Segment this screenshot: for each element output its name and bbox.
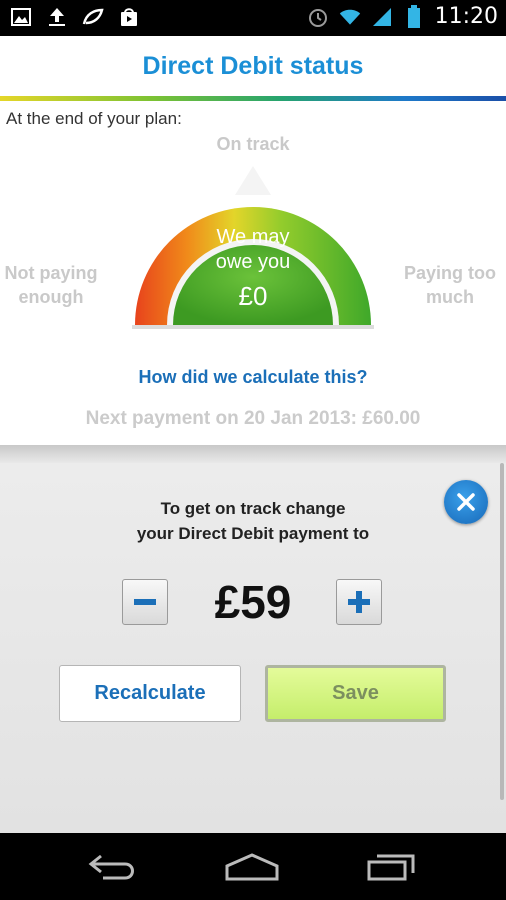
page-title: Direct Debit status [142, 51, 364, 80]
navigation-bar [0, 833, 506, 900]
gauge-label-paying-too-much-line1: Paying too [403, 263, 496, 283]
status-time: 11:20 [434, 4, 498, 29]
store-icon [118, 6, 140, 28]
recent-apps-button[interactable] [362, 847, 422, 887]
leaf-icon [82, 6, 104, 28]
gauge-label-not-paying-line1: Not paying [4, 263, 98, 283]
adjust-prompt-line2: your Direct Debit payment to [136, 524, 370, 543]
gauge-label-paying-too-much-line2: much [425, 287, 474, 307]
gauge-label-on-track: On track [216, 134, 290, 154]
save-button[interactable]: Save [265, 665, 446, 722]
next-payment-text: Next payment on 20 Jan 2013: £60.00 [85, 408, 421, 429]
back-icon [88, 854, 134, 880]
minus-icon [134, 599, 156, 605]
home-button[interactable] [222, 847, 282, 887]
gauge-label-not-paying-line2: enough [18, 287, 84, 307]
back-button[interactable] [82, 847, 142, 887]
gauge-label-paying-too-much: Paying too much [398, 261, 502, 309]
home-icon [225, 853, 279, 881]
close-button[interactable] [444, 480, 488, 524]
recalculate-button[interactable]: Recalculate [59, 665, 241, 722]
card-divider [0, 445, 506, 463]
increase-amount-button[interactable] [336, 579, 382, 625]
adjust-prompt: To get on track change your Direct Debit… [0, 496, 506, 546]
adjust-prompt-line1: To get on track change [160, 499, 346, 518]
close-icon [457, 493, 475, 511]
alarm-icon [307, 6, 329, 28]
recent-apps-icon [367, 854, 415, 881]
plus-icon [348, 591, 370, 613]
gauge-center-amount: £0 [238, 281, 268, 311]
upload-icon [46, 6, 68, 28]
gauge-center-line2: owe you [215, 251, 291, 273]
gauge-center-line1: We may [216, 226, 290, 248]
signal-icon [371, 6, 393, 28]
image-icon [10, 6, 32, 28]
plan-end-label: At the end of your plan: [6, 109, 182, 128]
action-bar: Direct Debit status [0, 36, 506, 96]
how-calculated-link[interactable]: How did we calculate this? [0, 367, 506, 388]
gauge-center-text: We may owe you £0 [190, 225, 316, 312]
wifi-icon [339, 6, 361, 28]
battery-icon [403, 4, 425, 28]
payment-amount: £59 [214, 576, 292, 628]
decrease-amount-button[interactable] [122, 579, 168, 625]
plan-status-card: At the end of your plan: On track Not pa… [0, 101, 506, 445]
gauge-label-not-paying: Not paying enough [0, 261, 102, 309]
status-bar: 11:20 [0, 0, 506, 36]
